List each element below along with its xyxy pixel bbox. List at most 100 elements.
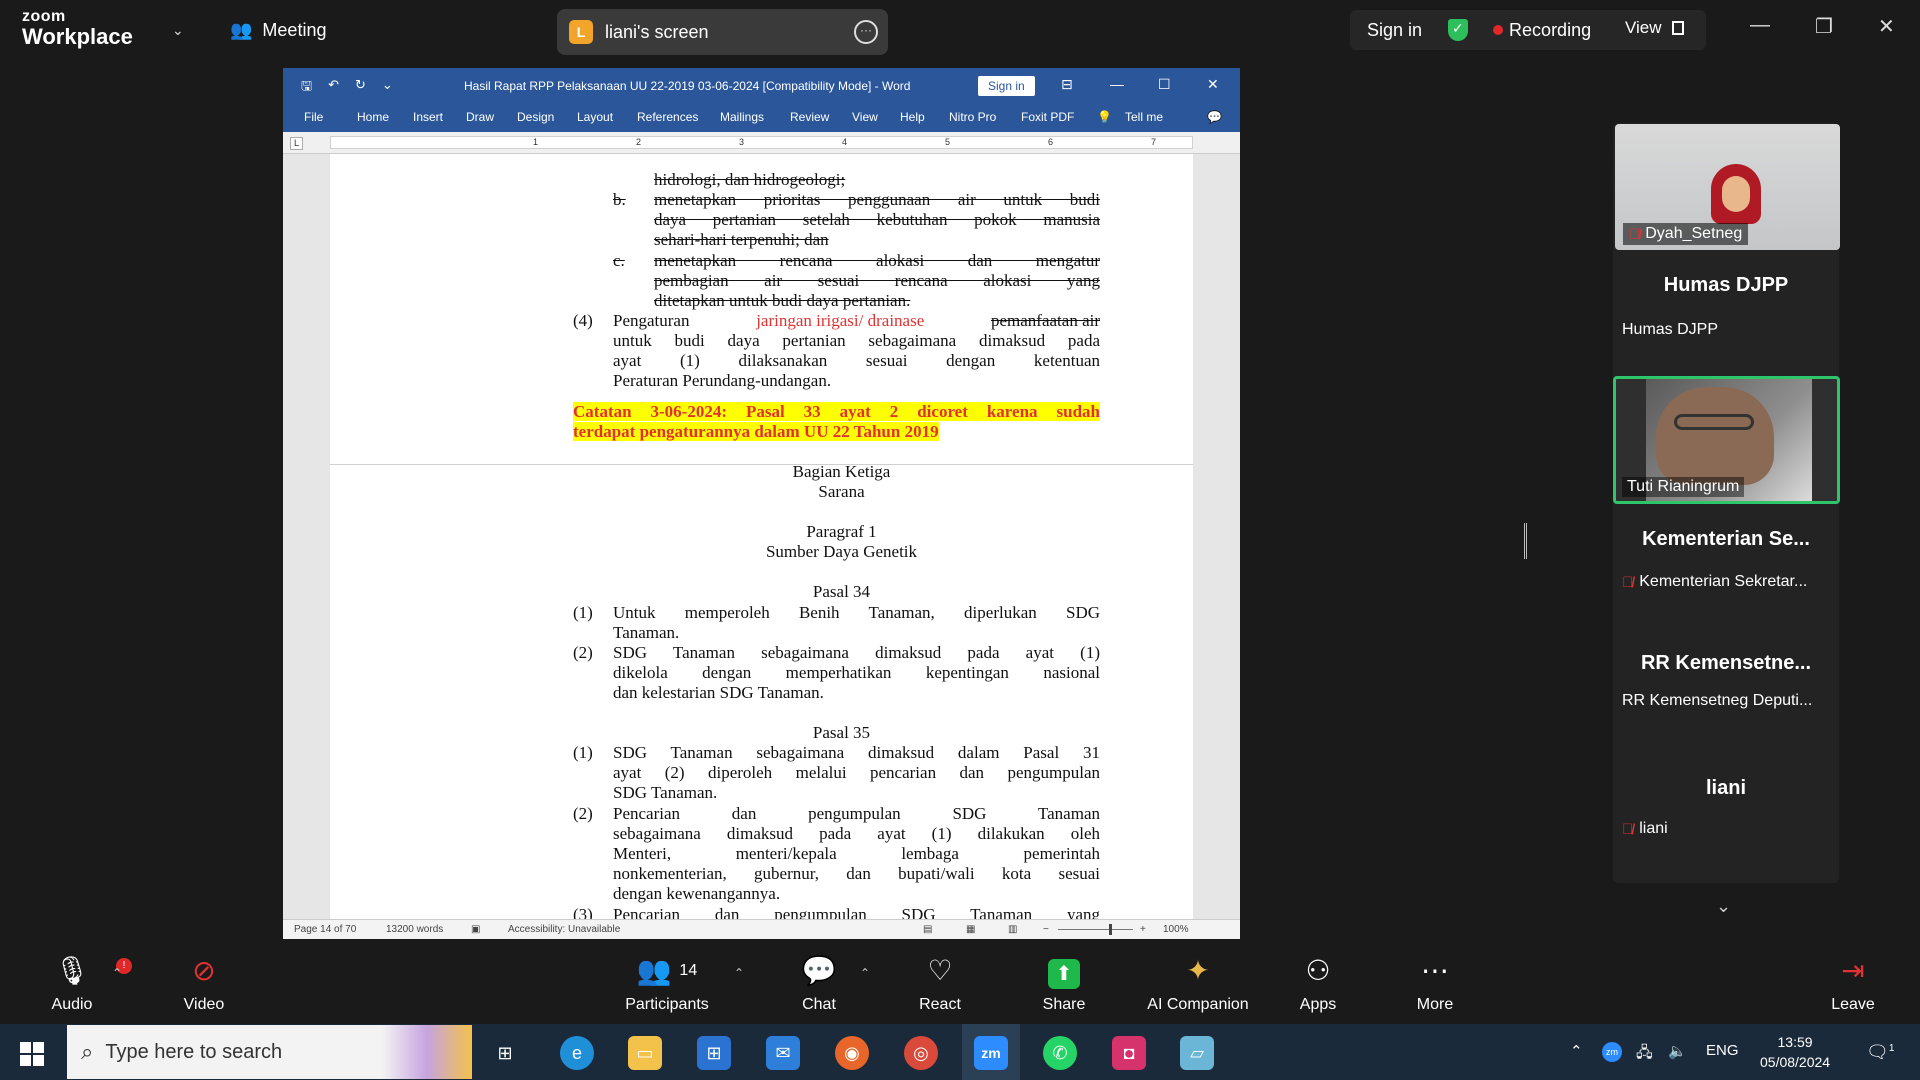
whatsapp-icon[interactable]: ✆ xyxy=(1043,1036,1077,1070)
accessibility-status[interactable]: Accessibility: Unavailable xyxy=(508,924,620,935)
tab-layout[interactable]: Layout xyxy=(577,110,613,124)
ai-companion-button[interactable]: ✦ AI Companion xyxy=(1140,952,1256,1014)
tab-nitro-pro[interactable]: Nitro Pro xyxy=(949,110,996,124)
task-view-icon[interactable]: ⊞ xyxy=(488,1036,522,1070)
recording-label[interactable]: Recording xyxy=(1509,20,1591,41)
tab-design[interactable]: Design xyxy=(517,110,554,124)
more-options-icon[interactable]: ··· xyxy=(854,20,878,44)
more-button[interactable]: ⋯ More xyxy=(1407,952,1463,1014)
shared-screen-indicator[interactable]: L liani's screen ··· xyxy=(557,9,888,55)
save-icon[interactable]: 🖫 xyxy=(301,77,312,99)
tab-file[interactable]: File xyxy=(304,110,323,124)
taskbar-clock[interactable]: 13:59 05/08/2024 xyxy=(1760,1032,1830,1072)
proofing-icon[interactable]: ▣ xyxy=(471,924,480,935)
article-heading: Pasal 35 xyxy=(812,723,871,742)
input-language[interactable]: ENG xyxy=(1706,1042,1739,1059)
redo-icon[interactable]: ↻ xyxy=(355,77,366,99)
zoom-slider-thumb[interactable] xyxy=(1109,924,1112,935)
document-page[interactable]: hidrologi, dan hidrogeologi; b. menetapk… xyxy=(330,154,1193,919)
participant-video-dyah[interactable]: 🎙̸ Dyah_Setneg xyxy=(1615,124,1840,250)
panel-resize-handle[interactable] xyxy=(1524,523,1527,559)
encryption-shield-icon[interactable] xyxy=(1448,19,1469,41)
video-button[interactable]: ⊘ Video xyxy=(176,952,232,1014)
restore-icon[interactable]: ❐ xyxy=(1815,14,1833,39)
volume-icon[interactable]: 🔈 xyxy=(1668,1042,1687,1060)
tab-mailings[interactable]: Mailings xyxy=(720,110,764,124)
tell-me-search[interactable]: Tell me xyxy=(1125,110,1163,124)
chat-button[interactable]: 💬 Chat xyxy=(793,952,845,1014)
share-button[interactable]: ⬆ Share xyxy=(1036,952,1092,1014)
participants-button[interactable]: 👥 14 Participants xyxy=(617,952,717,1014)
word-minimize-icon[interactable]: — xyxy=(1110,76,1124,92)
zoom-slider-track[interactable] xyxy=(1058,929,1133,930)
tab-draw[interactable]: Draw xyxy=(466,110,494,124)
participant-tile-liani[interactable]: liani 🎙̸ liani xyxy=(1613,763,1839,883)
chevron-down-icon[interactable]: ⌄ xyxy=(172,22,184,39)
gallery-scroll-down-icon[interactable]: ⌄ xyxy=(1716,896,1731,917)
participant-video-tuti-speaking[interactable]: Tuti Rianingrum xyxy=(1613,376,1840,504)
file-explorer-icon[interactable]: ▭ xyxy=(628,1036,662,1070)
tab-review[interactable]: Review xyxy=(790,110,829,124)
undo-icon[interactable]: ↶ xyxy=(328,77,339,99)
video-off-icon: ⊘ xyxy=(192,955,216,986)
chrome-icon[interactable]: ◎ xyxy=(904,1036,938,1070)
print-layout-icon[interactable]: ▦ xyxy=(966,924,975,935)
participant-tile-kementerian[interactable]: Kementerian Se... 🎙̸ Kementerian Sekreta… xyxy=(1613,513,1839,633)
notification-center-icon[interactable]: 🗨1 xyxy=(1866,1042,1894,1063)
web-layout-icon[interactable]: ▥ xyxy=(1008,924,1017,935)
word-count[interactable]: 13200 words xyxy=(386,924,443,935)
meeting-menu[interactable]: 👥 Meeting xyxy=(230,20,326,41)
microsoft-store-icon[interactable]: ⊞ xyxy=(697,1036,731,1070)
notes-app-icon[interactable]: ▱ xyxy=(1180,1036,1214,1070)
comments-icon[interactable]: 💬 xyxy=(1207,110,1222,124)
word-maximize-icon[interactable]: ☐ xyxy=(1158,76,1171,93)
mail-icon[interactable]: ✉ xyxy=(766,1036,800,1070)
zoom-level[interactable]: 100% xyxy=(1163,924,1189,935)
audio-options-caret-icon[interactable]: ⌃ xyxy=(112,966,122,980)
customize-qat-icon[interactable]: ⌄ xyxy=(382,77,393,99)
zoom-out-icon[interactable]: − xyxy=(1043,924,1049,935)
tab-home[interactable]: Home xyxy=(357,110,389,124)
zoom-app-icon[interactable]: zm xyxy=(974,1036,1008,1070)
zoom-in-icon[interactable]: + xyxy=(1140,924,1146,935)
view-button[interactable]: View xyxy=(1625,18,1684,38)
word-close-icon[interactable]: ✕ xyxy=(1207,76,1219,93)
document-canvas[interactable]: hidrologi, dan hidrogeologi; b. menetapk… xyxy=(283,154,1240,919)
list-label: (2) xyxy=(573,643,593,662)
tab-references[interactable]: References xyxy=(637,110,698,124)
close-icon[interactable]: ✕ xyxy=(1878,14,1895,39)
tab-foxit-pdf[interactable]: Foxit PDF xyxy=(1021,110,1074,124)
windows-start-icon[interactable] xyxy=(20,1042,44,1066)
instagram-icon[interactable]: ◘ xyxy=(1112,1036,1146,1070)
tab-selector[interactable]: L xyxy=(290,137,303,150)
read-mode-icon[interactable]: ▤ xyxy=(923,924,932,935)
network-icon[interactable]: 🖧 xyxy=(1636,1042,1653,1067)
apps-icon: ⚇ xyxy=(1305,955,1331,986)
tray-overflow-icon[interactable]: ⌃ xyxy=(1570,1042,1583,1060)
ribbon-display-icon[interactable]: ⊟ xyxy=(1061,76,1073,93)
page-count[interactable]: Page 14 of 70 xyxy=(294,924,356,935)
react-button[interactable]: ♡ React xyxy=(912,952,968,1014)
apps-button[interactable]: ⚇ Apps xyxy=(1292,952,1344,1014)
edge-browser-icon[interactable]: e xyxy=(560,1036,594,1070)
participant-tile-rr-kemensetneg[interactable]: RR Kemensetne... RR Kemensetneg Deputi..… xyxy=(1613,633,1839,758)
doc-line: Peraturan Perundang-undangan. xyxy=(613,371,832,390)
firefox-icon[interactable]: ◉ xyxy=(835,1036,869,1070)
audio-button[interactable]: 🎙 ! Audio xyxy=(44,952,132,1014)
chat-options-caret-icon[interactable]: ⌃ xyxy=(860,966,870,980)
tab-help[interactable]: Help xyxy=(900,110,925,124)
document-body[interactable]: hidrologi, dan hidrogeologi; b. menetapk… xyxy=(330,154,1193,919)
leave-label: Leave xyxy=(1831,996,1875,1013)
tab-view[interactable]: View xyxy=(852,110,878,124)
zoom-tray-icon[interactable]: zm xyxy=(1602,1042,1622,1062)
participant-tile-humas[interactable]: Humas DJPP Humas DJPP xyxy=(1613,260,1839,363)
taskbar-search-box[interactable]: ⌕ Type here to search xyxy=(67,1025,472,1079)
minimize-icon[interactable]: — xyxy=(1750,14,1770,37)
participants-options-caret-icon[interactable]: ⌃ xyxy=(734,966,744,980)
tab-insert[interactable]: Insert xyxy=(413,110,443,124)
zoom-workplace-logo[interactable]: zoom Workplace xyxy=(22,9,133,48)
horizontal-ruler[interactable]: L 1 2 3 4 5 6 7 xyxy=(283,132,1240,154)
sign-in-button[interactable]: Sign in xyxy=(1367,20,1422,41)
word-sign-in-button[interactable]: Sign in xyxy=(978,76,1035,96)
leave-button[interactable]: ⇥ Leave xyxy=(1825,952,1881,1014)
